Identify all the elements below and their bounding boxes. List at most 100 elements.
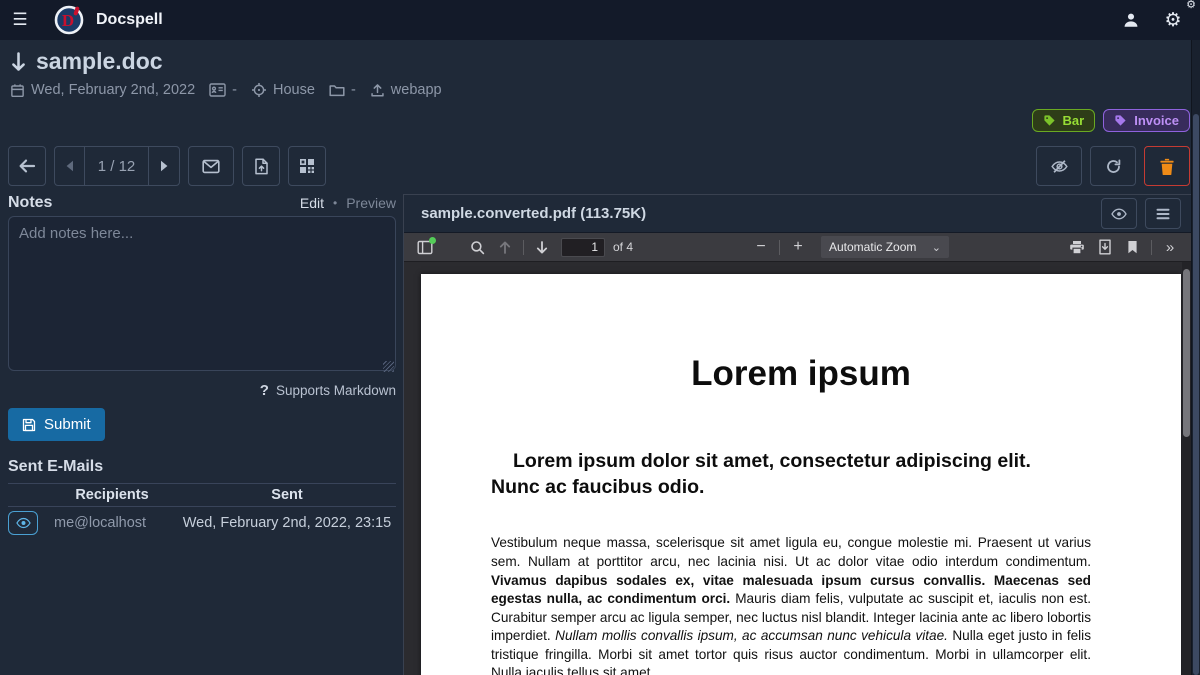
dot-separator: •: [333, 196, 337, 210]
pdf-zoom-in-button[interactable]: +: [785, 235, 811, 259]
mail-recipients: me@localhost: [46, 515, 178, 531]
mail-sent-date: Wed, February 2nd, 2022, 23:15: [178, 515, 396, 531]
notes-textarea[interactable]: [8, 216, 396, 371]
pdfjs-toolbar: of 4 − + Automatic Zoom ⌄: [404, 233, 1191, 262]
upload-file-button[interactable]: [242, 146, 280, 186]
app-title: Docspell: [96, 11, 163, 29]
item-action-toolbar: 1 / 12: [8, 146, 326, 186]
prev-item-button[interactable]: [55, 147, 84, 185]
pdf-viewer[interactable]: Lorem ipsum Lorem ipsum dolor sit amet, …: [404, 262, 1191, 675]
attachment-panel: sample.converted.pdf (113.75K): [403, 194, 1191, 675]
pdf-bookmark-button[interactable]: [1120, 235, 1146, 259]
list-menu-icon: [1156, 208, 1170, 220]
tag-icon: [1043, 114, 1056, 127]
bookmark-icon: [1127, 240, 1138, 254]
envelope-icon: [202, 159, 220, 174]
pdf-sidebar-toggle-button[interactable]: [412, 235, 438, 259]
folder-icon: [329, 83, 345, 97]
reprocess-button[interactable]: [1090, 146, 1136, 186]
pdf-scrollbar[interactable]: [1182, 262, 1191, 675]
back-button[interactable]: [8, 146, 46, 186]
pdf-search-button[interactable]: [464, 235, 490, 259]
pdf-next-page-button[interactable]: [529, 235, 555, 259]
docspell-logo-icon: D: [54, 5, 84, 35]
textarea-resize-handle[interactable]: [383, 361, 394, 372]
item-danger-toolbar: [1036, 146, 1190, 186]
eye-slash-icon: [1050, 158, 1069, 175]
pdf-zoom-select[interactable]: Automatic Zoom ⌄: [821, 236, 949, 258]
item-concerning: House: [251, 82, 315, 98]
notes-edit-link[interactable]: Edit: [300, 195, 324, 211]
next-item-button[interactable]: [148, 147, 179, 185]
pdf-document-heading: Lorem ipsum dolor sit amet, consectetur …: [491, 449, 1053, 500]
tag-icon: [1114, 114, 1127, 127]
pdf-more-tools-button[interactable]: »: [1157, 235, 1183, 259]
file-upload-icon: [254, 158, 269, 175]
menu-hamburger-icon[interactable]: ☰: [0, 0, 40, 40]
redo-icon: [1105, 158, 1122, 175]
user-account-icon[interactable]: [1114, 0, 1148, 40]
arrow-down-icon: [535, 240, 549, 255]
pdf-page: Lorem ipsum Lorem ipsum dolor sit amet, …: [421, 274, 1181, 675]
item-source: webapp: [370, 82, 442, 98]
download-page-icon: [1098, 239, 1112, 255]
pdf-document-title: Lorem ipsum: [421, 354, 1181, 394]
docspell-logo[interactable]: D: [54, 5, 84, 35]
pdf-download-button[interactable]: [1092, 235, 1118, 259]
item-metadata: Wed, February 2nd, 2022 - House - webapp: [10, 82, 448, 98]
attachment-view-button[interactable]: [1101, 198, 1137, 229]
chevron-right-icon: [160, 160, 169, 172]
markdown-hint-label: Supports Markdown: [276, 383, 396, 398]
sidebar-notification-dot: [429, 237, 436, 244]
qrcode-icon: [299, 158, 315, 174]
item-pager: 1 / 12: [54, 146, 180, 186]
tag-invoice[interactable]: Invoice: [1103, 109, 1190, 132]
tag-bar[interactable]: Bar: [1032, 109, 1096, 132]
eye-icon: [16, 517, 31, 529]
view-mail-button[interactable]: [8, 511, 38, 535]
item-correspondent: -: [209, 82, 237, 98]
sent-emails-header: Recipients Sent: [8, 484, 396, 507]
svg-text:D: D: [62, 11, 74, 30]
eye-icon: [1111, 208, 1127, 220]
column-recipients: Recipients: [46, 487, 178, 503]
chevron-down-icon: ⌄: [932, 241, 941, 254]
sent-emails-heading: Sent E-Mails: [8, 458, 396, 478]
arrow-down-icon: [10, 51, 27, 73]
page-scrollbar-thumb[interactable]: [1193, 114, 1199, 675]
pdf-print-button[interactable]: [1064, 235, 1090, 259]
column-sent: Sent: [178, 487, 396, 503]
item-folder: -: [329, 82, 356, 98]
delete-item-button[interactable]: [1144, 146, 1190, 186]
settings-gears-icon[interactable]: ⚙⚙: [1156, 0, 1190, 40]
page-scrollbar[interactable]: [1191, 40, 1200, 675]
pdf-zoom-out-button[interactable]: −: [748, 235, 774, 259]
arrow-up-icon: [498, 240, 512, 255]
top-navbar: ☰ D Docspell ⚙⚙: [0, 0, 1200, 40]
pdf-scrollbar-thumb[interactable]: [1183, 269, 1190, 437]
chevron-left-icon: [65, 160, 74, 172]
qr-code-button[interactable]: [288, 146, 326, 186]
printer-icon: [1069, 240, 1085, 255]
unconfirm-button[interactable]: [1036, 146, 1082, 186]
search-icon: [470, 240, 485, 255]
notes-preview-link[interactable]: Preview: [346, 195, 396, 211]
pdf-page-number-input[interactable]: [561, 238, 605, 257]
pdf-page-count-label: of 4: [613, 240, 633, 254]
address-card-icon: [209, 83, 226, 97]
attachment-menu-button[interactable]: [1145, 198, 1181, 229]
pdf-prev-page-button[interactable]: [492, 235, 518, 259]
sent-email-row: me@localhost Wed, February 2nd, 2022, 23…: [8, 507, 396, 539]
help-question-icon: ?: [260, 382, 269, 399]
trash-icon: [1159, 158, 1175, 175]
item-date: Wed, February 2nd, 2022: [10, 82, 195, 98]
save-floppy-icon: [22, 418, 36, 432]
docspell-item-detail-screen: ☰ D Docspell ⚙⚙ sample.doc Wed, F: [0, 0, 1200, 675]
attachment-header: sample.converted.pdf (113.75K): [404, 195, 1191, 233]
calendar-icon: [10, 83, 25, 98]
item-title: sample.doc: [36, 48, 163, 75]
sent-emails-table: Recipients Sent me@localhost Wed, Februa…: [8, 483, 396, 539]
item-position-label: 1 / 12: [84, 147, 148, 185]
submit-notes-button[interactable]: Submit: [8, 408, 105, 441]
send-mail-button[interactable]: [188, 146, 234, 186]
